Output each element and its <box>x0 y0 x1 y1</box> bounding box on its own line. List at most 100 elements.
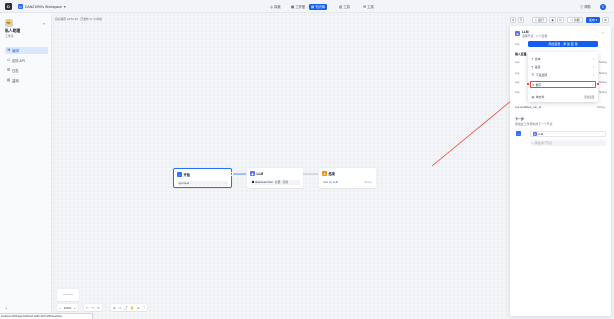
var-row-3-label: sys. <box>515 80 521 84</box>
nav-explore[interactable]: ◎ 探索 <box>268 4 283 10</box>
chevron-down-icon: ▾ <box>63 4 66 9</box>
nav-tools-label: 工具 <box>343 5 350 9</box>
pointer-icon[interactable]: ⤴ <box>124 305 127 310</box>
compass-icon: ◎ <box>270 4 273 9</box>
model-icon <box>251 181 254 184</box>
dropdown-item-text[interactable]: T 文本 × <box>530 55 596 62</box>
var-row-1-label: sys. <box>515 60 521 64</box>
add-parallel-label: + 添加并行节点 <box>532 141 552 145</box>
number-icon: # <box>532 82 535 87</box>
help-label: 帮助 <box>584 5 591 9</box>
minimap[interactable] <box>57 289 79 301</box>
sidebar-expand-icon[interactable]: ⇥ <box>5 307 7 310</box>
toolbar-icon-1[interactable]: ↺ <box>510 17 516 23</box>
nav-tools-label-2: 工具 <box>367 5 374 9</box>
undo-icon[interactable]: ↶ <box>86 306 89 310</box>
dropdown-item-label: 段落 <box>534 64 541 69</box>
sys-workflow-run-id: sys.workflow_run_id <box>515 105 542 109</box>
add-node-icon[interactable]: ⊕ <box>113 306 116 310</box>
maximize-icon[interactable]: ⛶ <box>143 306 145 310</box>
nav-studio[interactable]: ▦ 工作室 <box>289 4 307 10</box>
end-icon: ⏹ <box>322 171 327 176</box>
llm-icon: ◈ <box>250 171 255 176</box>
zoom-control[interactable]: − 100% + <box>57 304 78 311</box>
workspace-switcher[interactable]: D DANZ1990's Workspace ▾ <box>18 4 66 10</box>
next-step-hint: 添加此工作流中的下一个节点 <box>515 122 553 126</box>
history-icon[interactable]: ⟲ <box>97 306 100 310</box>
dropdown-item-paragraph[interactable]: ¶ 段落 × <box>530 63 596 70</box>
next-node-llm[interactable]: ◈ LLM <box>530 131 606 137</box>
book-icon-2: ▥ <box>339 4 343 9</box>
node-llm-model-name: deepseek-chat · 对话 · 引用 <box>254 181 289 185</box>
book-icon: ▤ <box>311 4 315 9</box>
settings-button[interactable]: ⚙ <box>602 17 609 23</box>
dropdown-hint: 添加变量 <box>584 95 595 99</box>
zoom-in-icon[interactable]: + <box>74 306 76 310</box>
nav-knowledge[interactable]: ▤ 知识库 <box>309 3 328 10</box>
annotation-marker-right <box>597 83 600 86</box>
node-start-variable-name: sys.input <box>178 181 190 185</box>
var-row-2-label: sys. <box>515 71 521 75</box>
close-icon[interactable]: × <box>602 31 604 35</box>
dropdown-item-label: 数字 <box>535 82 542 87</box>
dropdown-item-number[interactable]: # 数字 × <box>530 81 596 88</box>
history-controls: ↶ ↷ ⟲ <box>84 304 102 311</box>
nav-tools-2[interactable]: ⚒ 工具 <box>361 4 376 10</box>
add-parallel-node[interactable]: + 添加并行节点 <box>530 140 606 146</box>
run-label: 运行 <box>538 18 545 22</box>
zoom-level: 100% <box>63 305 72 310</box>
tool-icon: ⚒ <box>363 4 366 9</box>
node-start-variable: sys.input ... <box>177 181 228 186</box>
sidebar-item-logs[interactable]: ☰ 日志 <box>5 67 48 74</box>
history-icon: ↺ <box>511 18 515 22</box>
dropdown-item-file[interactable]: ▤ 单文件 添加变量 <box>530 93 596 100</box>
play-icon: ▷ <box>534 18 538 22</box>
sidebar-item-orchestrate[interactable]: ⌘ 编排 <box>5 47 48 54</box>
run-button[interactable]: ▷ 运行 <box>532 17 547 23</box>
app-icon: 🐱 <box>5 19 13 27</box>
workspace-name: DANZ1990's Workspace <box>25 4 62 9</box>
node-end[interactable]: ⏹ 结束 text {x} LLM String <box>319 168 376 188</box>
node-end-title: 结束 <box>328 172 336 176</box>
dropdown-item-label: 下拉选项 <box>535 72 548 77</box>
redo-icon[interactable]: ↷ <box>91 306 94 310</box>
feature-button[interactable]: ⚏ 功能 <box>567 17 583 23</box>
node-llm[interactable]: ◈ LLM deepseek-chat · 对话 · 引用 <box>247 168 303 188</box>
publish-button[interactable]: 发布 ▾ <box>586 17 600 23</box>
nav-tools[interactable]: ▥ 工具 <box>337 4 352 10</box>
help-icon: ⓘ <box>580 5 584 9</box>
api-icon: ⎔ <box>7 58 10 63</box>
var-row-1-type: String <box>599 60 607 64</box>
node-start-options-icon[interactable]: ⋯ <box>226 164 229 167</box>
autosave-status: 自动保存 23:51:36 · 已发布 17 小时前 <box>55 17 102 21</box>
toolbar-icon-3[interactable]: ◉ <box>549 17 556 23</box>
app-logo[interactable]: D <box>5 3 12 10</box>
collapse-sidebar-icon[interactable]: ⇤ <box>43 21 46 26</box>
node-llm-header: ◈ LLM <box>250 171 263 176</box>
hand-icon[interactable]: ✋ <box>130 306 134 310</box>
start-icon: ⌂ <box>516 131 521 136</box>
node-end-output-type: String <box>364 180 372 184</box>
help-link[interactable]: ⓘ 帮助 <box>580 4 591 10</box>
toolbar-icon-2[interactable]: ☰ <box>518 17 524 23</box>
panel-llm-icon: ◈ <box>515 31 520 36</box>
zoom-out-icon[interactable]: − <box>59 306 61 310</box>
feature-label: 功能 <box>573 18 580 22</box>
select-icon: ☰ <box>531 72 535 77</box>
sidebar-item-monitor[interactable]: ▥ 监测 <box>5 77 48 84</box>
toolbar-icon-4[interactable]: ☑ <box>557 17 564 23</box>
file-icon: ▤ <box>531 94 535 99</box>
node-start[interactable]: ⌂ 开始 sys.input ... <box>173 168 232 188</box>
sidebar-item-api[interactable]: ⎔ 访问 API <box>5 57 48 64</box>
sidebar-item-label: 编排 <box>12 48 19 53</box>
note-icon[interactable]: ▭ <box>118 306 121 310</box>
next-step-title: 下一步 <box>515 117 525 121</box>
workflow-canvas[interactable] <box>52 13 510 319</box>
avatar[interactable]: D <box>600 3 606 10</box>
node-start-handle[interactable] <box>229 172 234 176</box>
layout-icon[interactable]: ⊞ <box>137 306 140 310</box>
dropdown-item-select[interactable]: ☰ 下拉选项 × <box>530 71 596 78</box>
node-end-header: ⏹ 结束 <box>322 171 335 176</box>
nav-studio-label: 工作室 <box>295 5 306 9</box>
add-variable-button[interactable]: 添加变量 · 添 加 变 量 <box>528 40 598 47</box>
